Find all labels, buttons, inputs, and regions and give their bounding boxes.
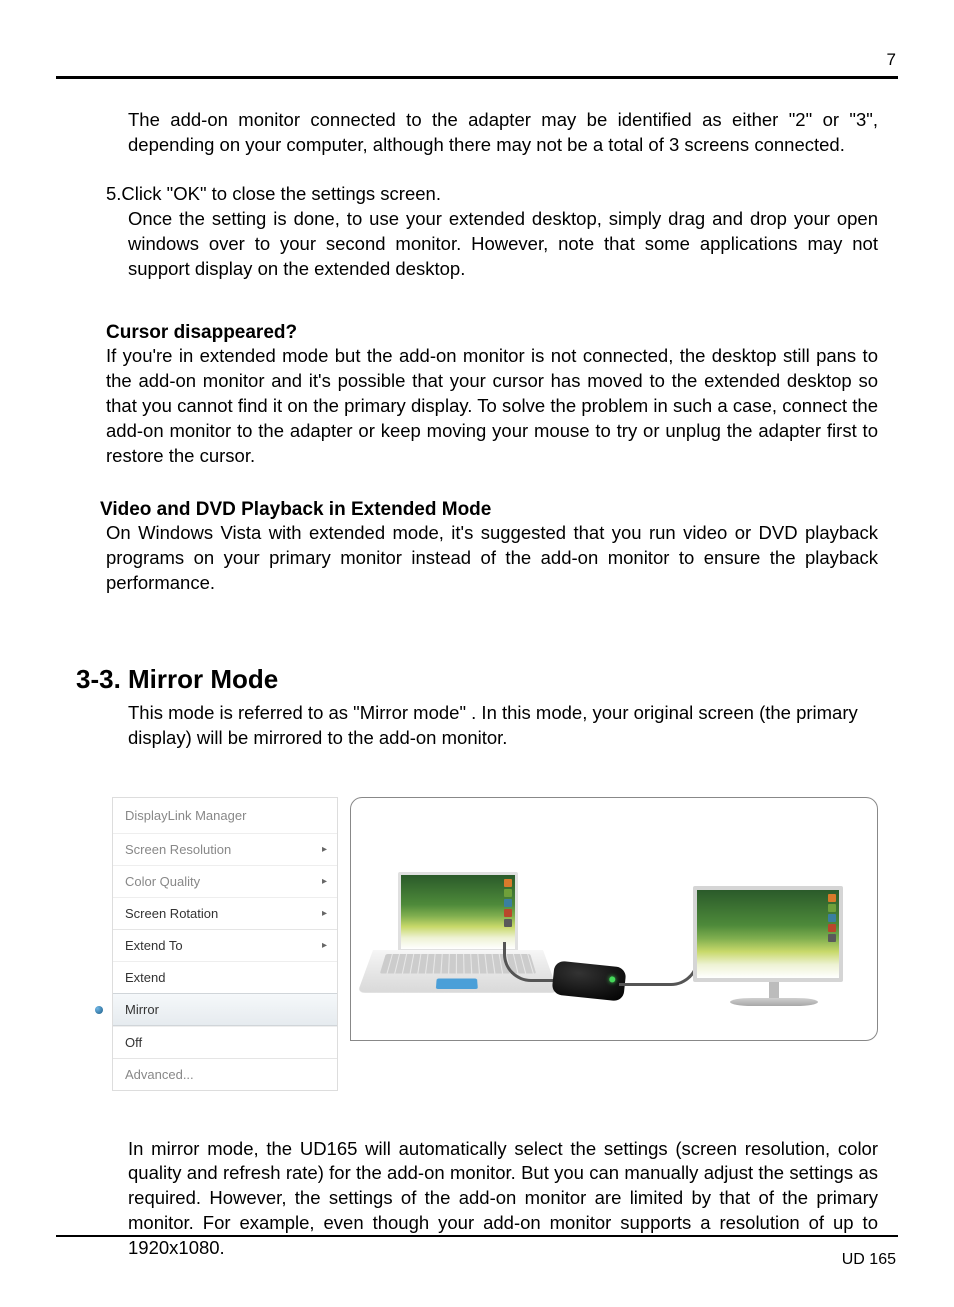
monitor-screen — [693, 886, 843, 982]
monitor-stand — [769, 982, 779, 998]
menu-item-label: Mirror — [125, 1002, 159, 1017]
menu-item-advanced[interactable]: Advanced... — [113, 1058, 337, 1090]
step-5-heading: 5.Click "OK" to close the settings scree… — [106, 182, 878, 207]
menu-item-label: Color Quality — [125, 874, 200, 889]
bottom-rule — [56, 1235, 898, 1237]
menu-item-label: Extend To — [125, 938, 183, 953]
step-5-body: Once the setting is done, to use your ex… — [128, 207, 878, 282]
footer-model: UD 165 — [842, 1251, 896, 1269]
sidebar-icons — [504, 879, 512, 927]
cable-icon — [619, 942, 699, 986]
menu-item-label: Extend — [125, 970, 165, 985]
menu-item-off[interactable]: Off — [113, 1026, 337, 1058]
chevron-right-icon: ▸ — [322, 876, 327, 887]
monitor-icon — [693, 886, 855, 1006]
menu-title-label: DisplayLink Manager — [125, 808, 246, 823]
page-number: 7 — [887, 50, 896, 70]
figure-row: DisplayLink Manager Screen Resolution ▸ … — [112, 797, 878, 1091]
menu-item-screen-rotation[interactable]: Screen Rotation ▸ — [113, 897, 337, 929]
mirror-intro: This mode is referred to as "Mirror mode… — [128, 701, 878, 751]
chevron-right-icon: ▸ — [322, 908, 327, 919]
menu-title: DisplayLink Manager — [113, 798, 337, 833]
menu-item-mirror[interactable]: Mirror — [113, 993, 337, 1026]
menu-item-label: Screen Resolution — [125, 842, 231, 857]
menu-item-label: Advanced... — [125, 1067, 194, 1082]
sidebar-icons — [828, 894, 836, 942]
mirror-after-paragraph: In mirror mode, the UD165 will automatic… — [128, 1137, 878, 1262]
menu-item-screen-resolution[interactable]: Screen Resolution ▸ — [113, 833, 337, 865]
menu-item-label: Off — [125, 1035, 142, 1050]
cursor-body: If you're in extended mode but the add-o… — [106, 344, 878, 469]
mirror-illustration — [350, 797, 878, 1041]
monitor-foot — [730, 998, 818, 1006]
video-body: On Windows Vista with extended mode, it'… — [106, 521, 878, 596]
video-heading: Video and DVD Playback in Extended Mode — [100, 499, 878, 521]
chevron-right-icon: ▸ — [322, 844, 327, 855]
menu-item-extend-to[interactable]: Extend To ▸ — [113, 929, 337, 961]
section-heading: 3-3. Mirror Mode — [76, 664, 878, 695]
displaylink-menu: DisplayLink Manager Screen Resolution ▸ … — [112, 797, 338, 1091]
menu-item-label: Screen Rotation — [125, 906, 218, 921]
cursor-heading: Cursor disappeared? — [106, 322, 878, 344]
menu-item-extend[interactable]: Extend — [113, 961, 337, 993]
menu-wrap: DisplayLink Manager Screen Resolution ▸ … — [112, 797, 338, 1091]
page-content: The add-on monitor connected to the adap… — [76, 108, 878, 1261]
selected-indicator-icon — [95, 1006, 103, 1014]
adapter-icon — [551, 960, 626, 1001]
top-rule — [56, 76, 898, 79]
laptop-screen — [398, 872, 518, 952]
trackpad-icon — [436, 978, 478, 989]
menu-item-color-quality[interactable]: Color Quality ▸ — [113, 865, 337, 897]
laptop-icon — [373, 872, 543, 1004]
intro-paragraph: The add-on monitor connected to the adap… — [128, 108, 878, 158]
chevron-right-icon: ▸ — [322, 940, 327, 951]
